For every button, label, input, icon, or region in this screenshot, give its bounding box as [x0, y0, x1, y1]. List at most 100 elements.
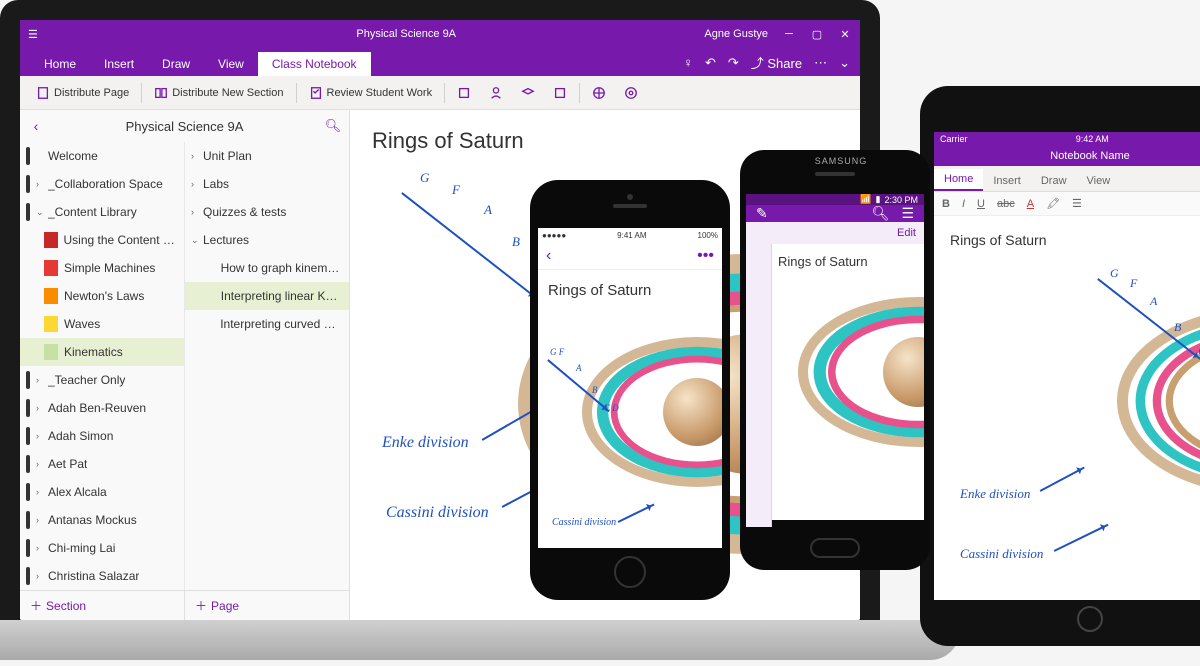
toolbar-icon-1[interactable]: [451, 83, 477, 103]
more-icon[interactable]: ⋯: [814, 55, 827, 71]
section-item[interactable]: Simple Machines: [20, 254, 184, 282]
add-page-button[interactable]: ＋ Page: [185, 591, 349, 620]
toolbar-icon-4[interactable]: [547, 83, 573, 103]
toolbar-person-icon[interactable]: [483, 83, 509, 103]
label-a: A: [484, 202, 492, 218]
section-group[interactable]: ›Adah Simon: [20, 422, 184, 450]
samsung-device: SAMSUNG 📶 ▮ 2:30 PM ✎ 🔍︎ ☰ Edit Rings of…: [740, 150, 930, 570]
review-icon: [309, 86, 323, 100]
bold-button[interactable]: B: [942, 198, 950, 210]
app-menu-icon[interactable]: ☰: [28, 28, 108, 41]
review-work-button[interactable]: Review Student Work: [303, 83, 439, 103]
page-item[interactable]: Interpreting linear KM...: [185, 282, 349, 310]
ipad-tab-view[interactable]: View: [1077, 171, 1121, 191]
android-search-icon[interactable]: 🔍︎: [872, 205, 890, 222]
undo-icon[interactable]: ↶: [705, 55, 716, 71]
label-b: B: [512, 234, 520, 250]
toolbar-education-icon[interactable]: [515, 83, 541, 103]
window-title: Physical Science 9A: [108, 28, 704, 40]
close-button[interactable]: ✕: [838, 28, 852, 41]
cassini-label: Cassini division: [386, 504, 489, 522]
label-f: F: [452, 182, 460, 198]
toolbar-globe-icon[interactable]: [586, 83, 612, 103]
bullets-button[interactable]: ☰: [1072, 197, 1082, 210]
page-list[interactable]: ›Unit Plan›Labs›Quizzes & tests⌄Lectures…: [185, 142, 349, 590]
tab-insert[interactable]: Insert: [90, 52, 148, 76]
page-item[interactable]: ›Labs: [185, 170, 349, 198]
minimize-button[interactable]: ─: [782, 28, 796, 40]
ipad-tab-insert[interactable]: Insert: [983, 171, 1031, 191]
page-item[interactable]: Interpreting curved KM...: [185, 310, 349, 338]
font-color-button[interactable]: A: [1027, 198, 1034, 210]
ipad-device: Carrier 9:42 AM 100% Notebook Name Home …: [920, 86, 1200, 646]
section-group[interactable]: ›Alex Alcala: [20, 478, 184, 506]
section-group[interactable]: Welcome: [20, 142, 184, 170]
ios-back-button[interactable]: ‹: [546, 247, 551, 265]
section-group[interactable]: ›Chi-ming Lai: [20, 534, 184, 562]
samsung-brand: SAMSUNG: [746, 156, 936, 166]
section-group[interactable]: ⌄_Content Library: [20, 198, 184, 226]
tab-class-notebook[interactable]: Class Notebook: [258, 52, 371, 76]
samsung-home-button[interactable]: [810, 538, 860, 558]
tab-draw[interactable]: Draw: [148, 52, 204, 76]
edit-button[interactable]: Edit: [746, 222, 924, 244]
enke-label: Enke division: [382, 434, 469, 452]
section-item[interactable]: Using the Content Li...: [20, 226, 184, 254]
ios-page-title[interactable]: Rings of Saturn: [548, 282, 712, 299]
ipad-tabs: Home Insert Draw View: [934, 166, 1200, 192]
underline-button[interactable]: U: [977, 198, 985, 210]
section-group[interactable]: ›Antanas Mockus: [20, 506, 184, 534]
nav-back-button[interactable]: ‹: [26, 118, 46, 134]
ios-more-button[interactable]: •••: [697, 247, 714, 265]
section-item[interactable]: Newton's Laws: [20, 282, 184, 310]
section-group[interactable]: ›Christina Salazar: [20, 562, 184, 590]
user-name[interactable]: Agne Gustye: [704, 28, 768, 40]
android-page-title[interactable]: Rings of Saturn: [778, 254, 918, 269]
share-button[interactable]: ⤴ Share: [751, 53, 802, 72]
android-canvas[interactable]: Rings of Saturn: [772, 244, 924, 527]
page-item[interactable]: ⌄Lectures: [185, 226, 349, 254]
ipad-home-button[interactable]: [1077, 606, 1103, 632]
ribbon-body: Distribute Page Distribute New Section R…: [20, 76, 860, 110]
ios-canvas[interactable]: Rings of Saturn G F A B C D Cassini divi…: [538, 270, 722, 548]
section-group[interactable]: ›_Collaboration Space: [20, 170, 184, 198]
android-status-bar: 📶 ▮ 2:30 PM: [746, 194, 924, 205]
maximize-button[interactable]: ▢: [810, 28, 824, 41]
toolbar-settings-icon[interactable]: [618, 83, 644, 103]
iphone-home-button[interactable]: [614, 556, 646, 588]
page-item[interactable]: ›Unit Plan: [185, 142, 349, 170]
italic-button[interactable]: I: [962, 198, 965, 210]
section-list[interactable]: Welcome›_Collaboration Space⌄_Content Li…: [20, 142, 185, 590]
pen-icon[interactable]: ✎: [756, 205, 768, 222]
distribute-section-button[interactable]: Distribute New Section: [148, 83, 289, 103]
tell-me-icon[interactable]: ♀: [683, 55, 693, 70]
wifi-icon: 📶: [860, 194, 871, 205]
add-section-button[interactable]: ＋ Section: [20, 591, 185, 620]
distribute-page-button[interactable]: Distribute Page: [30, 83, 135, 103]
ipad-format-bar: B I U abc A 🖍 ☰: [934, 192, 1200, 216]
ipad-tab-draw[interactable]: Draw: [1031, 171, 1077, 191]
ipad-canvas[interactable]: Rings of Saturn G F A B C D Enke divisio…: [934, 216, 1200, 600]
section-group[interactable]: ›Aet Pat: [20, 450, 184, 478]
android-section-tabs[interactable]: [746, 244, 772, 527]
android-menu-icon[interactable]: ☰: [901, 205, 914, 222]
ipad-tab-home[interactable]: Home: [934, 169, 983, 191]
page-item[interactable]: ›Quizzes & tests: [185, 198, 349, 226]
page-item[interactable]: How to graph kinemat...: [185, 254, 349, 282]
nav-title: Physical Science 9A: [46, 119, 323, 134]
collapse-ribbon-icon[interactable]: ⌄: [839, 55, 850, 71]
tab-view[interactable]: View: [204, 52, 258, 76]
strike-button[interactable]: abc: [997, 198, 1015, 210]
highlight-button[interactable]: 🖍: [1046, 197, 1060, 210]
page-icon: [36, 86, 50, 100]
section-group[interactable]: ›Adah Ben-Reuven: [20, 394, 184, 422]
nav-pane: ‹ Physical Science 9A 🔍︎ Welcome›_Collab…: [20, 110, 350, 620]
tab-home[interactable]: Home: [30, 52, 90, 76]
ipad-page-title[interactable]: Rings of Saturn: [950, 232, 1200, 248]
search-icon[interactable]: 🔍︎: [323, 118, 343, 134]
section-item[interactable]: Waves: [20, 310, 184, 338]
section-item[interactable]: Kinematics: [20, 338, 184, 366]
redo-icon[interactable]: ↷: [728, 55, 739, 71]
ipad-notebook-title[interactable]: Notebook Name: [934, 146, 1200, 166]
section-group[interactable]: ›_Teacher Only: [20, 366, 184, 394]
